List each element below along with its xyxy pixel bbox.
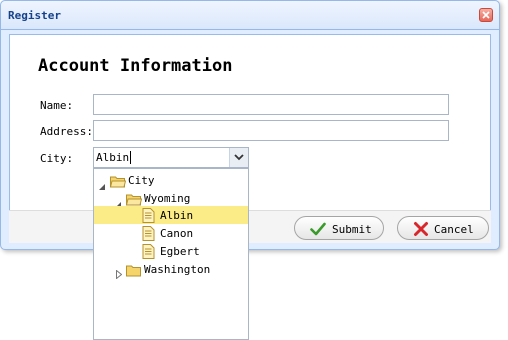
name-field[interactable] bbox=[93, 94, 449, 115]
tree-node-canon[interactable]: Canon bbox=[94, 224, 248, 242]
close-icon[interactable] bbox=[479, 8, 493, 22]
tree-node-albin[interactable]: Albin bbox=[94, 206, 248, 224]
submit-label: Submit bbox=[332, 223, 372, 236]
dialog-titlebar[interactable]: Register bbox=[1, 1, 499, 30]
tree-node-egbert[interactable]: Egbert bbox=[94, 242, 248, 260]
tree-node-label: Canon bbox=[160, 227, 194, 240]
name-label: Name: bbox=[40, 99, 74, 112]
cancel-label: Cancel bbox=[434, 223, 474, 236]
chevron-down-icon[interactable] bbox=[229, 148, 248, 167]
tree-node-label: Albin bbox=[160, 209, 194, 222]
page-title: Account Information bbox=[38, 56, 233, 76]
tree-node-washington[interactable]: Washington bbox=[94, 260, 248, 281]
x-icon bbox=[413, 221, 429, 241]
folder-icon bbox=[126, 262, 142, 281]
dialog-title: Register bbox=[8, 9, 61, 22]
city-input-value[interactable]: Albin bbox=[96, 151, 129, 164]
city-tree-dropdown: City Wyoming Albin Canon Egbert Washingt… bbox=[93, 168, 249, 340]
text-cursor bbox=[130, 151, 131, 164]
tree-node-wyoming[interactable]: Wyoming bbox=[94, 189, 248, 208]
tree-node-label: Egbert bbox=[160, 245, 200, 258]
tree-node-city[interactable]: City bbox=[94, 171, 248, 190]
tree-node-label: City bbox=[128, 174, 155, 187]
checkmark-icon bbox=[310, 221, 326, 240]
address-label: Address: bbox=[40, 125, 93, 138]
cancel-button[interactable]: Cancel bbox=[397, 216, 489, 240]
address-field[interactable] bbox=[93, 120, 449, 141]
submit-button[interactable]: Submit bbox=[294, 216, 384, 240]
collapsed-arrow-icon[interactable] bbox=[116, 264, 123, 283]
city-combobox[interactable]: Albin bbox=[93, 147, 249, 168]
city-label: City: bbox=[40, 152, 74, 165]
tree-node-label: Wyoming bbox=[144, 192, 191, 205]
tree-node-label: Washington bbox=[144, 263, 211, 276]
